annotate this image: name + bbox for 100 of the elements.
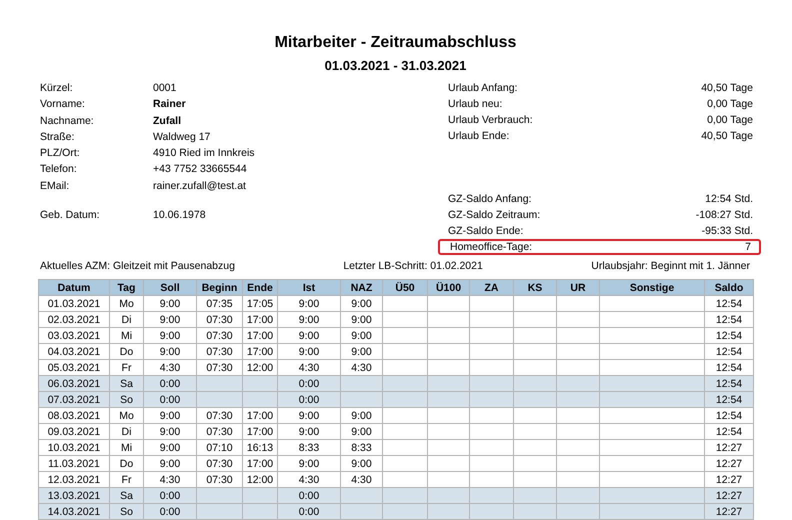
table-cell: 07.03.2021 — [38, 392, 110, 408]
table-cell — [470, 376, 514, 392]
table-cell: 07:30 — [196, 328, 242, 344]
table-cell — [514, 408, 556, 424]
table-cell — [428, 296, 470, 312]
table-cell — [514, 504, 556, 520]
field-value: +43 7752 33665544 — [153, 162, 247, 178]
table-cell — [428, 312, 470, 328]
table-cell — [382, 504, 428, 520]
table-cell: Fr — [110, 472, 144, 488]
table-cell — [340, 392, 382, 408]
table-cell: 07:30 — [196, 472, 242, 488]
table-cell: 4:30 — [340, 472, 382, 488]
field-label: Nachname: — [40, 114, 95, 129]
table-cell — [556, 312, 600, 328]
table-cell — [556, 328, 600, 344]
table-cell — [470, 504, 514, 520]
table-cell — [382, 392, 428, 408]
table-cell: 9:00 — [144, 408, 196, 424]
column-header: Saldo — [704, 280, 754, 296]
table-cell: 9:00 — [144, 456, 196, 472]
table-cell — [196, 488, 242, 504]
table-cell: 11.03.2021 — [38, 456, 110, 472]
column-header: Ü100 — [428, 280, 470, 296]
column-header: Ende — [242, 280, 278, 296]
table-cell — [514, 360, 556, 376]
table-cell: 02.03.2021 — [38, 312, 110, 328]
table-cell: 9:00 — [340, 424, 382, 440]
table-cell: 14.03.2021 — [38, 504, 110, 520]
table-cell — [470, 312, 514, 328]
table-cell — [514, 392, 556, 408]
column-header: Soll — [144, 280, 196, 296]
table-cell: Mo — [110, 296, 144, 312]
table-cell: Mi — [110, 328, 144, 344]
column-header: NAZ — [340, 280, 382, 296]
field-value: 12:54 Std. — [705, 192, 753, 207]
field-label: Homeoffice-Tage: — [450, 241, 532, 253]
field-label: Straße: — [40, 130, 76, 145]
field-label: EMail: — [40, 178, 70, 194]
column-header: KS — [514, 280, 556, 296]
field-label: GZ-Saldo Ende: — [448, 224, 524, 239]
table-cell: 9:00 — [340, 344, 382, 360]
table-cell: 17:00 — [242, 344, 278, 360]
table-cell: 07:30 — [196, 360, 242, 376]
table-cell: 03.03.2021 — [38, 328, 110, 344]
field-label: Urlaub Anfang: — [448, 81, 518, 96]
table-cell: 12:27 — [704, 504, 754, 520]
table-cell: 17:00 — [242, 408, 278, 424]
table-cell: 13.03.2021 — [38, 488, 110, 504]
table-cell — [470, 424, 514, 440]
table-cell — [428, 392, 470, 408]
table-cell — [556, 456, 600, 472]
table-cell: 07:30 — [196, 424, 242, 440]
table-cell: 0:00 — [278, 376, 340, 392]
table-cell: 07:30 — [196, 408, 242, 424]
table-cell — [514, 440, 556, 456]
table-cell — [382, 360, 428, 376]
table-cell: 17:05 — [242, 296, 278, 312]
column-header: ZA — [470, 280, 514, 296]
table-cell: 07:30 — [196, 456, 242, 472]
field-value: 40,50 Tage — [701, 129, 753, 144]
table-cell: 12:54 — [704, 312, 754, 328]
report-title: Mitarbeiter - Zeitraumabschluss — [274, 33, 518, 53]
table-cell — [382, 344, 428, 360]
table-cell: Fr — [110, 360, 144, 376]
field-value: -108:27 Std. — [696, 208, 753, 223]
table-cell — [470, 472, 514, 488]
table-cell: 0:00 — [144, 376, 196, 392]
table-cell: 05.03.2021 — [38, 360, 110, 376]
table-cell — [242, 488, 278, 504]
table-cell: 9:00 — [278, 296, 340, 312]
info-text: Urlaubsjahr: Beginnt mit 1. Jänner — [591, 259, 750, 273]
table-cell — [514, 424, 556, 440]
table-cell: 12:27 — [704, 440, 754, 456]
table-cell — [514, 312, 556, 328]
table-cell — [428, 504, 470, 520]
table-cell: 12:54 — [704, 328, 754, 344]
table-cell: 0:00 — [278, 392, 340, 408]
table-cell — [382, 488, 428, 504]
column-header: Beginn — [196, 280, 242, 296]
table-cell — [428, 344, 470, 360]
table-cell: So — [110, 504, 144, 520]
table-cell — [382, 472, 428, 488]
table-cell — [382, 296, 428, 312]
table-cell: 4:30 — [278, 472, 340, 488]
field-label: GZ-Saldo Zeitraum: — [448, 208, 540, 223]
table-cell: 12:00 — [242, 360, 278, 376]
table-cell — [428, 376, 470, 392]
table-cell — [470, 360, 514, 376]
table-cell: 9:00 — [278, 456, 340, 472]
field-value: Zufall — [153, 114, 181, 129]
field-value: 10.06.1978 — [153, 208, 206, 224]
table-cell — [470, 392, 514, 408]
table-cell: 07:35 — [196, 296, 242, 312]
table-cell: 0:00 — [144, 392, 196, 408]
field-label: Geb. Datum: — [40, 208, 101, 224]
table-cell: Do — [110, 456, 144, 472]
table-cell: 8:33 — [278, 440, 340, 456]
field-value: -95:33 Std. — [702, 224, 753, 239]
field-label: Kürzel: — [40, 81, 74, 96]
